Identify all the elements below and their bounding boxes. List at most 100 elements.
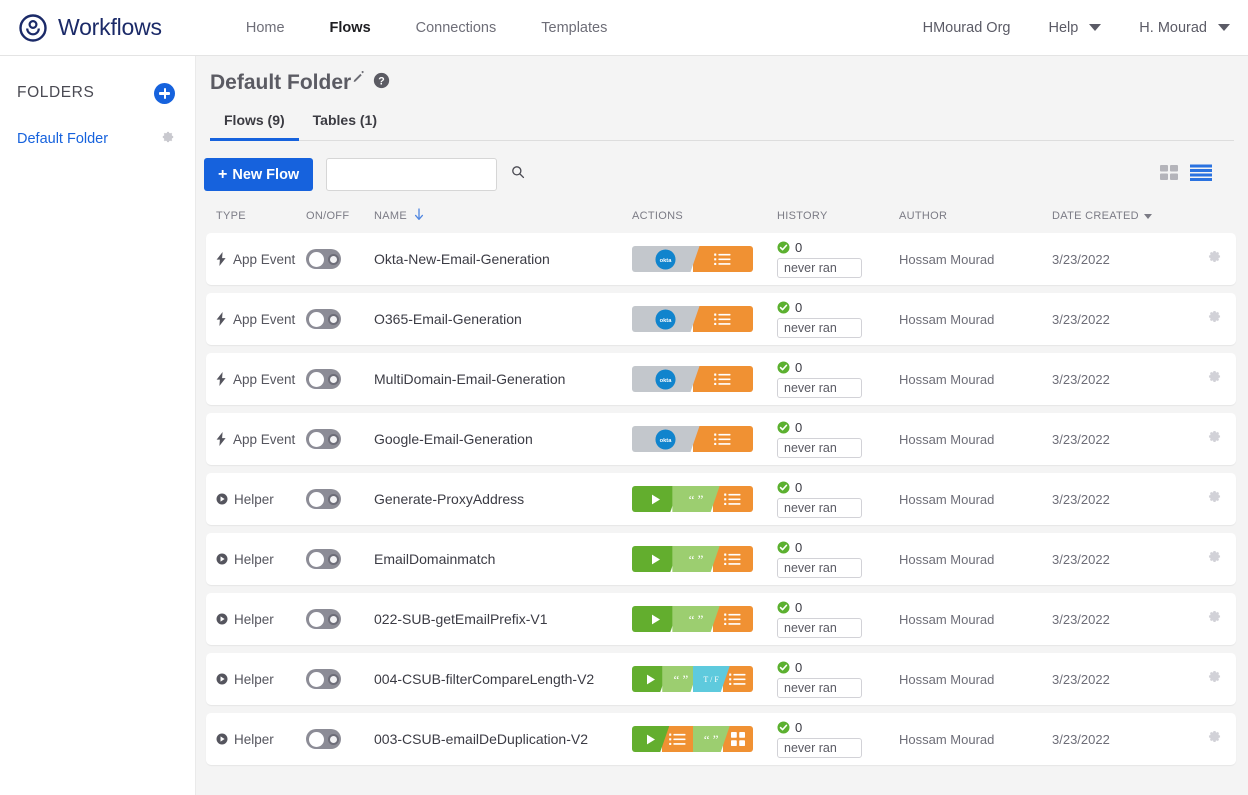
search-icon[interactable] [511, 165, 525, 184]
flow-thumbnail[interactable]: okta [632, 366, 753, 392]
flow-enable-toggle[interactable] [306, 549, 341, 569]
cell-name[interactable]: Generate-ProxyAddress [361, 491, 632, 507]
cell-name[interactable]: Okta-New-Email-Generation [361, 251, 632, 267]
org-selector[interactable]: HMourad Org [923, 20, 1011, 36]
column-header-author[interactable]: AUTHOR [899, 210, 1052, 222]
sidebar-item-default-folder[interactable]: Default Folder [0, 124, 195, 154]
search-box[interactable] [326, 158, 525, 191]
cell-name[interactable]: Google-Email-Generation [361, 431, 632, 447]
check-circle-icon [777, 541, 790, 554]
flow-enable-toggle[interactable] [306, 249, 341, 269]
last-run-status: never ran [777, 438, 862, 458]
cell-name[interactable]: O365-Email-Generation [361, 311, 632, 327]
check-circle-icon [777, 301, 790, 314]
nav-link-home[interactable]: Home [246, 14, 285, 42]
cell-name[interactable]: 004-CSUB-filterCompareLength-V2 [361, 671, 632, 687]
cell-type: App Event [206, 372, 306, 387]
gear-icon[interactable] [1207, 369, 1222, 389]
flow-thumbnail[interactable]: okta [632, 426, 753, 452]
flow-enable-toggle[interactable] [306, 729, 341, 749]
column-header-history[interactable]: HISTORY [777, 210, 899, 222]
gear-icon[interactable] [1207, 549, 1222, 569]
search-input[interactable] [335, 167, 512, 182]
row-settings-button[interactable] [1192, 549, 1236, 569]
flow-enable-toggle[interactable] [306, 669, 341, 689]
table-row[interactable]: App Event Google-Email-Generation okta 0 nev… [206, 413, 1236, 465]
flows-toolbar: + New Flow [204, 158, 1234, 191]
column-header-name[interactable]: NAME [361, 208, 632, 224]
table-row[interactable]: Helper EmailDomainmatch “ ” 0 never ran Hossa… [206, 533, 1236, 585]
flow-thumbnail[interactable]: “ ” [632, 486, 753, 512]
cell-name[interactable]: EmailDomainmatch [361, 551, 632, 567]
table-row[interactable]: Helper Generate-ProxyAddress “ ” 0 never ran… [206, 473, 1236, 525]
flow-thumbnail[interactable]: “ ” [632, 606, 753, 632]
new-flow-button[interactable]: + New Flow [204, 158, 314, 191]
list-view-icon[interactable] [1190, 164, 1212, 186]
row-settings-button[interactable] [1192, 309, 1236, 329]
tab-tables[interactable]: Tables (1) [299, 112, 391, 141]
table-row[interactable]: Helper 003-CSUB-emailDeDuplication-V2 “ ” 0… [206, 713, 1236, 765]
folders-header: FOLDERS [0, 76, 195, 110]
flow-thumbnail[interactable]: okta [632, 306, 753, 332]
grid-view-icon[interactable] [1160, 164, 1180, 186]
history-count: 0 [795, 240, 803, 255]
brand[interactable]: Workflows [18, 13, 162, 43]
table-row[interactable]: App Event Okta-New-Email-Generation okta 0 n… [206, 233, 1236, 285]
gear-icon[interactable] [1207, 249, 1222, 269]
history-count: 0 [795, 600, 803, 615]
tab-flows[interactable]: Flows (9) [210, 112, 299, 141]
column-header-onoff[interactable]: ON/OFF [306, 210, 361, 222]
table-row[interactable]: Helper 004-CSUB-filterCompareLength-V2 “ ”… [206, 653, 1236, 705]
table-row[interactable]: App Event MultiDomain-Email-Generation okt… [206, 353, 1236, 405]
nav-link-flows[interactable]: Flows [330, 14, 371, 42]
nav-link-connections[interactable]: Connections [416, 14, 497, 42]
question-circle-icon[interactable]: ? [373, 72, 390, 94]
cell-name[interactable]: 003-CSUB-emailDeDuplication-V2 [361, 731, 632, 747]
flow-thumbnail[interactable]: “ ” [632, 726, 753, 752]
gear-icon[interactable] [1207, 429, 1222, 449]
last-run-status: never ran [777, 738, 862, 758]
gear-icon[interactable] [1207, 669, 1222, 689]
row-settings-button[interactable] [1192, 249, 1236, 269]
plus-circle-icon[interactable] [154, 82, 175, 104]
gear-icon[interactable] [1207, 309, 1222, 329]
row-settings-button[interactable] [1192, 489, 1236, 509]
thumbnail-segment-orange-list [692, 426, 753, 452]
flow-enable-toggle[interactable] [306, 489, 341, 509]
flow-enable-toggle[interactable] [306, 429, 341, 449]
nav-link-templates[interactable]: Templates [541, 14, 607, 42]
row-settings-button[interactable] [1192, 729, 1236, 749]
column-header-date-created[interactable]: DATE CREATED [1052, 210, 1192, 222]
column-header-actions[interactable]: ACTIONS [632, 210, 777, 222]
toggle-dot [327, 673, 339, 685]
cell-actions: okta [632, 366, 777, 392]
cell-type: App Event [206, 432, 306, 447]
thumbnail-segment-okta-gray: okta [632, 246, 700, 272]
cell-name[interactable]: MultiDomain-Email-Generation [361, 371, 632, 387]
flow-thumbnail[interactable]: okta [632, 246, 753, 272]
thumbnail-segment-green-play [632, 546, 679, 572]
flow-enable-toggle[interactable] [306, 609, 341, 629]
gear-icon[interactable] [161, 130, 175, 149]
flow-thumbnail[interactable]: “ ” [632, 546, 753, 572]
flow-thumbnail[interactable]: “ ” T / F [632, 666, 753, 692]
toggle-knob [308, 371, 324, 387]
row-settings-button[interactable] [1192, 669, 1236, 689]
cell-history: 0 never ran [777, 660, 899, 698]
history-count: 0 [795, 660, 803, 675]
column-header-type[interactable]: TYPE [206, 210, 306, 222]
row-settings-button[interactable] [1192, 369, 1236, 389]
gear-icon[interactable] [1207, 489, 1222, 509]
gear-icon[interactable] [1207, 729, 1222, 749]
user-menu[interactable]: H. Mourad [1139, 20, 1230, 36]
pencil-icon[interactable] [353, 70, 365, 88]
help-menu[interactable]: Help [1048, 20, 1102, 36]
table-row[interactable]: App Event O365-Email-Generation okta 0 never… [206, 293, 1236, 345]
gear-icon[interactable] [1207, 609, 1222, 629]
row-settings-button[interactable] [1192, 429, 1236, 449]
flow-enable-toggle[interactable] [306, 369, 341, 389]
row-settings-button[interactable] [1192, 609, 1236, 629]
table-row[interactable]: Helper 022-SUB-getEmailPrefix-V1 “ ” 0 never… [206, 593, 1236, 645]
cell-name[interactable]: 022-SUB-getEmailPrefix-V1 [361, 611, 632, 627]
flow-enable-toggle[interactable] [306, 309, 341, 329]
